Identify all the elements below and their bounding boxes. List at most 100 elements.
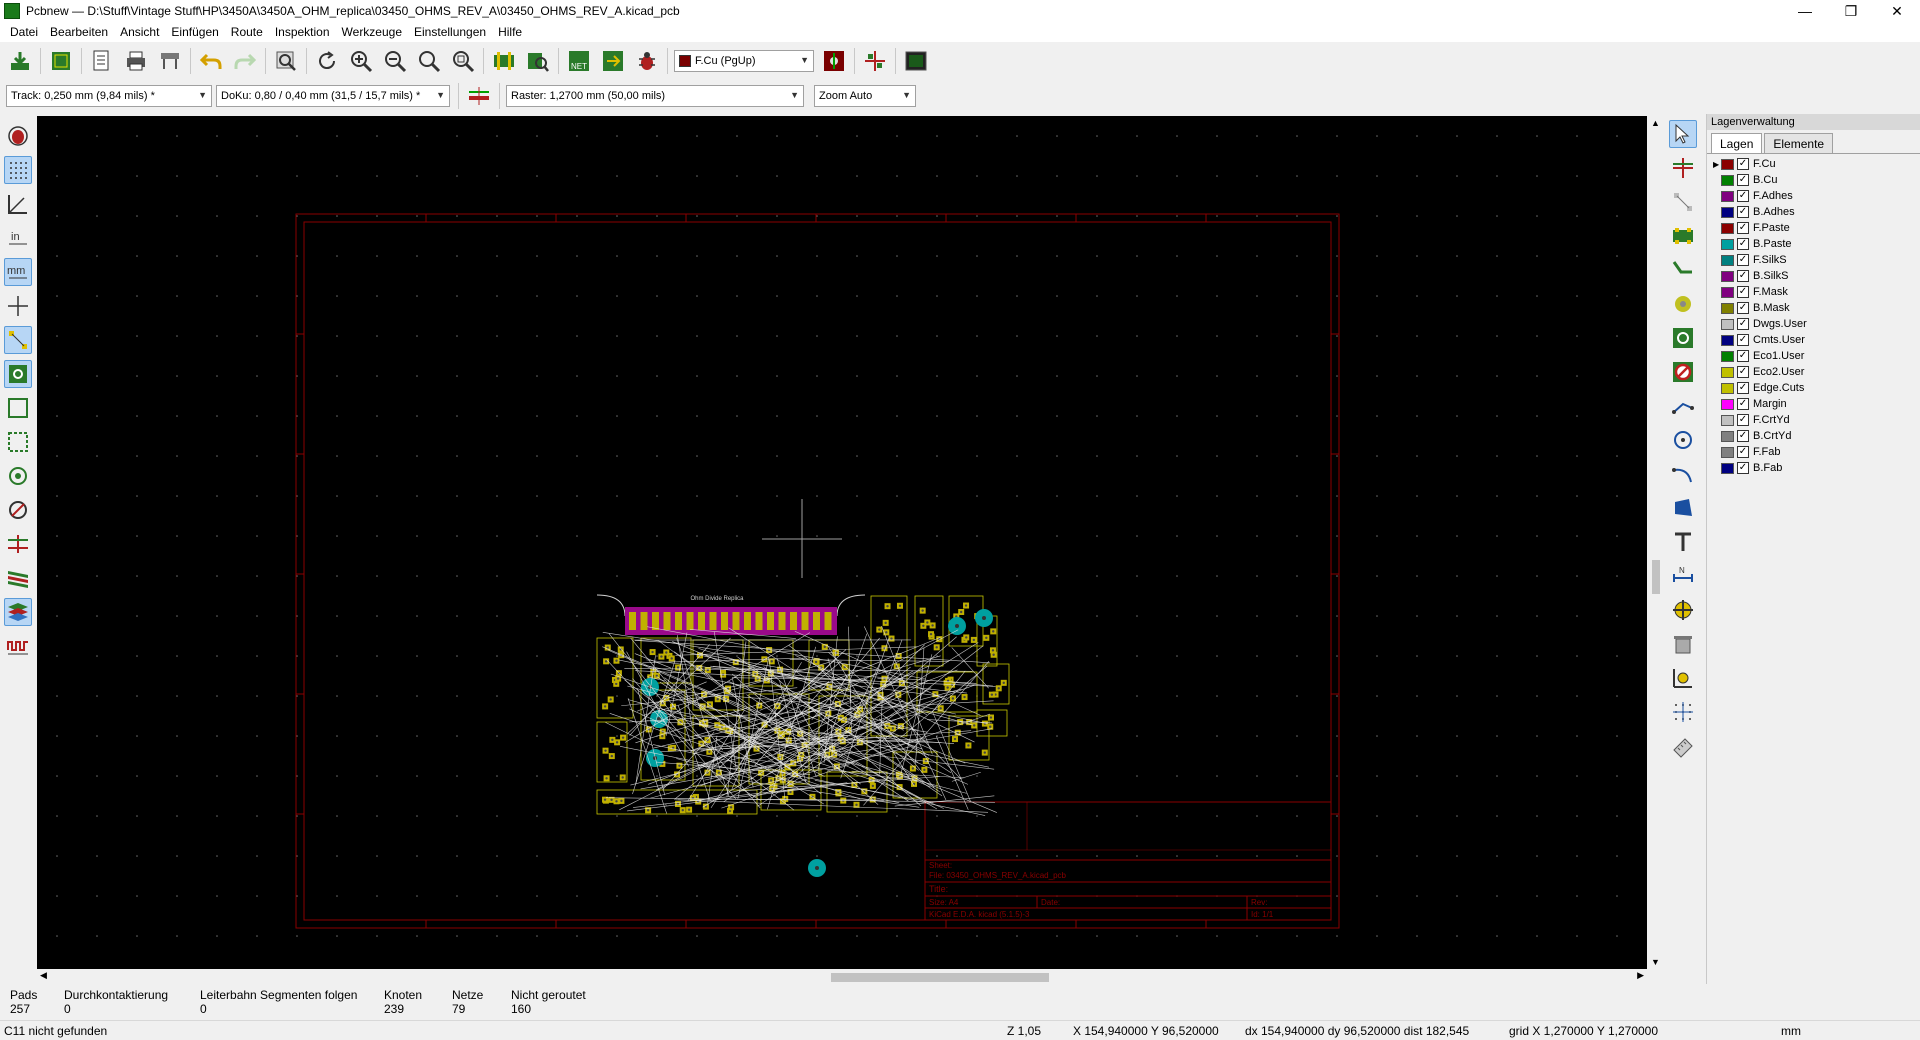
menu-datei[interactable]: Datei — [4, 25, 44, 39]
layer-visibility-checkbox[interactable]: ✓ — [1737, 190, 1749, 202]
menu-route[interactable]: Route — [225, 25, 269, 39]
layer-visibility-checkbox[interactable]: ✓ — [1737, 158, 1749, 170]
grid-toggle-button[interactable] — [4, 156, 32, 184]
layers-manager-button[interactable] — [4, 598, 32, 626]
layer-row-b-adhes[interactable]: ✓ B.Adhes — [1713, 204, 1920, 220]
maximize-button[interactable]: ❐ — [1828, 0, 1874, 22]
undo-button[interactable] — [197, 47, 225, 75]
add-zone-button[interactable] — [1669, 324, 1697, 352]
add-footprint-button[interactable] — [1669, 222, 1697, 250]
layer-row-f-silks[interactable]: ✓ F.SilkS — [1713, 252, 1920, 268]
layer-select[interactable]: F.Cu (PgUp) ▼ — [674, 50, 814, 72]
layer-color-swatch[interactable] — [1721, 446, 1734, 458]
drc-button[interactable] — [633, 47, 661, 75]
layer-visibility-checkbox[interactable]: ✓ — [1737, 206, 1749, 218]
draw-line-button[interactable] — [1669, 392, 1697, 420]
plot-button[interactable] — [156, 47, 184, 75]
add-text-button[interactable] — [1669, 528, 1697, 556]
layer-color-swatch[interactable] — [1721, 238, 1734, 250]
layer-row-f-fab[interactable]: ✓ F.Fab — [1713, 444, 1920, 460]
layer-color-swatch[interactable] — [1721, 302, 1734, 314]
horizontal-scroll-thumb[interactable] — [831, 973, 1049, 982]
layer-color-swatch[interactable] — [1721, 334, 1734, 346]
layer-row-f-mask[interactable]: ✓ F.Mask — [1713, 284, 1920, 300]
measure-tool-button[interactable] — [1669, 732, 1697, 760]
zone-sketch-button[interactable] — [4, 428, 32, 456]
layer-color-swatch[interactable] — [1721, 174, 1734, 186]
draw-polygon-button[interactable] — [1669, 494, 1697, 522]
layer-visibility-checkbox[interactable]: ✓ — [1737, 430, 1749, 442]
microwave-toolbar-button[interactable] — [4, 632, 32, 660]
layer-visibility-checkbox[interactable]: ✓ — [1737, 270, 1749, 282]
layer-pair-button[interactable] — [820, 47, 848, 75]
microwave-tools-button[interactable] — [861, 47, 889, 75]
netlist-button[interactable]: NET — [565, 47, 593, 75]
layer-visibility-checkbox[interactable]: ✓ — [1737, 318, 1749, 330]
menu-einstellungen[interactable]: Einstellungen — [408, 25, 492, 39]
layer-visibility-checkbox[interactable]: ✓ — [1737, 302, 1749, 314]
layer-color-swatch[interactable] — [1721, 222, 1734, 234]
drc-off-button[interactable] — [4, 122, 32, 150]
layer-visibility-checkbox[interactable]: ✓ — [1737, 350, 1749, 362]
select-tool-button[interactable] — [1669, 120, 1697, 148]
via-size-select[interactable]: DoKu: 0,80 / 0,40 mm (31,5 / 15,7 mils) … — [216, 85, 450, 107]
pad-sketch-button[interactable] — [4, 462, 32, 490]
high-contrast-button[interactable] — [4, 564, 32, 592]
vertical-scroll-thumb[interactable] — [1652, 560, 1660, 594]
zone-fill-display-button[interactable] — [4, 360, 32, 388]
polar-coords-button[interactable] — [4, 190, 32, 218]
board-view[interactable]: Sheet: File: 03450_OHMS_REV_A.kicad_pcb … — [37, 116, 1647, 969]
menu-bearbeiten[interactable]: Bearbeiten — [44, 25, 114, 39]
layer-color-swatch[interactable] — [1721, 190, 1734, 202]
layer-color-swatch[interactable] — [1721, 430, 1734, 442]
layer-row-b-mask[interactable]: ✓ B.Mask — [1713, 300, 1920, 316]
layer-row-b-fab[interactable]: ✓ B.Fab — [1713, 460, 1920, 476]
layer-row-edge-cuts[interactable]: ✓ Edge.Cuts — [1713, 380, 1920, 396]
add-keepout-button[interactable] — [1669, 358, 1697, 386]
layer-color-swatch[interactable] — [1721, 350, 1734, 362]
layer-visibility-checkbox[interactable]: ✓ — [1737, 174, 1749, 186]
scripting-console-button[interactable] — [902, 47, 930, 75]
scroll-left-icon[interactable]: ◀ — [40, 970, 47, 981]
via-sketch-button[interactable] — [4, 496, 32, 524]
layer-color-swatch[interactable] — [1721, 254, 1734, 266]
close-button[interactable]: ✕ — [1874, 0, 1920, 22]
layer-visibility-checkbox[interactable]: ✓ — [1737, 382, 1749, 394]
menu-werkzeuge[interactable]: Werkzeuge — [336, 25, 408, 39]
zoom-fit-button[interactable] — [415, 47, 443, 75]
layer-visibility-checkbox[interactable]: ✓ — [1737, 414, 1749, 426]
layer-row-eco1-user[interactable]: ✓ Eco1.User — [1713, 348, 1920, 364]
pcb-canvas[interactable]: Sheet: File: 03450_OHMS_REV_A.kicad_pcb … — [37, 116, 1647, 969]
layer-row-b-paste[interactable]: ✓ B.Paste — [1713, 236, 1920, 252]
find-button[interactable] — [272, 47, 300, 75]
zoom-out-button[interactable] — [381, 47, 409, 75]
layer-row-f-cu[interactable]: ▶ ✓ F.Cu — [1713, 156, 1920, 172]
zoom-selection-button[interactable] — [449, 47, 477, 75]
board-setup-button[interactable] — [47, 47, 75, 75]
layer-row-b-cu[interactable]: ✓ B.Cu — [1713, 172, 1920, 188]
scroll-up-icon[interactable]: ▲ — [1651, 118, 1660, 128]
layer-row-cmts-user[interactable]: ✓ Cmts.User — [1713, 332, 1920, 348]
layer-visibility-checkbox[interactable]: ✓ — [1737, 222, 1749, 234]
layer-row-b-crtyd[interactable]: ✓ B.CrtYd — [1713, 428, 1920, 444]
layer-color-swatch[interactable] — [1721, 270, 1734, 282]
tab-layers[interactable]: Lagen — [1711, 133, 1763, 153]
layer-visibility-checkbox[interactable]: ✓ — [1737, 238, 1749, 250]
zone-outline-button[interactable] — [4, 394, 32, 422]
layer-color-swatch[interactable] — [1721, 286, 1734, 298]
local-ratsnest-button[interactable] — [1669, 188, 1697, 216]
units-inch-button[interactable]: in — [4, 224, 32, 252]
layer-visibility-checkbox[interactable]: ✓ — [1737, 462, 1749, 474]
units-mm-button[interactable]: mm — [4, 258, 32, 286]
menu-hilfe[interactable]: Hilfe — [492, 25, 528, 39]
layer-row-f-paste[interactable]: ✓ F.Paste — [1713, 220, 1920, 236]
vertical-scrollbar[interactable]: ▲ ▼ — [1648, 116, 1664, 969]
layer-visibility-checkbox[interactable]: ✓ — [1737, 254, 1749, 266]
layer-color-swatch[interactable] — [1721, 382, 1734, 394]
save-board-button[interactable] — [6, 47, 34, 75]
ratsnest-button[interactable] — [4, 326, 32, 354]
redo-button[interactable] — [231, 47, 259, 75]
layer-visibility-checkbox[interactable]: ✓ — [1737, 334, 1749, 346]
page-settings-button[interactable] — [88, 47, 116, 75]
delete-tool-button[interactable] — [1669, 630, 1697, 658]
